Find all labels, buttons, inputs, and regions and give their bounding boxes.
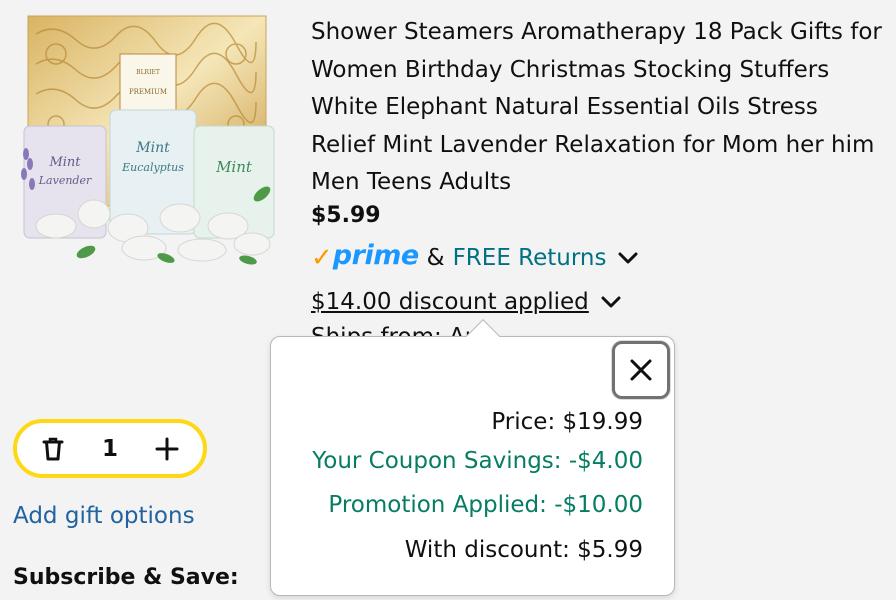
popover-promo-line: Promotion Applied: -$10.00 <box>328 492 643 518</box>
increase-quantity-button[interactable] <box>153 435 181 463</box>
chevron-down-icon[interactable] <box>616 246 640 270</box>
subscribe-save-label: Subscribe & Save: <box>13 565 239 590</box>
bag-label-1: Mint <box>48 155 81 170</box>
quantity-value: 1 <box>101 435 118 462</box>
quantity-stepper: 1 <box>13 419 207 478</box>
svg-text:Eucalyptus: Eucalyptus <box>121 161 184 174</box>
trash-icon <box>42 437 64 460</box>
plus-icon <box>155 437 179 460</box>
free-returns-link[interactable]: FREE Returns <box>453 245 607 271</box>
popover-final-price-line: With discount: $5.99 <box>404 537 643 563</box>
chevron-down-icon[interactable] <box>599 290 623 314</box>
discount-applied-link[interactable]: $14.00 discount applied <box>311 289 589 315</box>
popover-coupon-line: Your Coupon Savings: -$4.00 <box>312 448 643 474</box>
brand-text: BLRIET <box>136 69 160 76</box>
prime-logo: ✓ prime <box>311 239 419 273</box>
discount-popover: Price: $19.99 Your Coupon Savings: -$4.0… <box>270 319 675 596</box>
product-price: $5.99 <box>311 203 381 228</box>
box-label-text: PREMIUM <box>129 88 167 96</box>
close-icon <box>630 359 652 381</box>
close-button[interactable] <box>612 341 670 399</box>
bag-label-2: Mint <box>135 140 170 156</box>
discount-row: $14.00 discount applied <box>311 285 623 319</box>
svg-text:Lavender: Lavender <box>38 174 92 187</box>
prime-check-icon: ✓ <box>311 243 333 273</box>
delete-button[interactable] <box>39 435 67 463</box>
prime-returns-row: ✓ prime & FREE Returns <box>311 240 640 276</box>
ampersand: & <box>426 245 445 271</box>
bag-label-3: Mint <box>215 158 253 176</box>
add-gift-options-link[interactable]: Add gift options <box>13 503 195 529</box>
popover-price-line: Price: $19.99 <box>491 409 643 435</box>
product-title[interactable]: Shower Steamers Aromatherapy 18 Pack Gif… <box>311 14 886 202</box>
product-image[interactable]: BLRIET PREMIUM Mint Lavender Mint Eucaly… <box>16 14 278 266</box>
cart-item: BLRIET PREMIUM Mint Lavender Mint Eucaly… <box>0 0 896 600</box>
